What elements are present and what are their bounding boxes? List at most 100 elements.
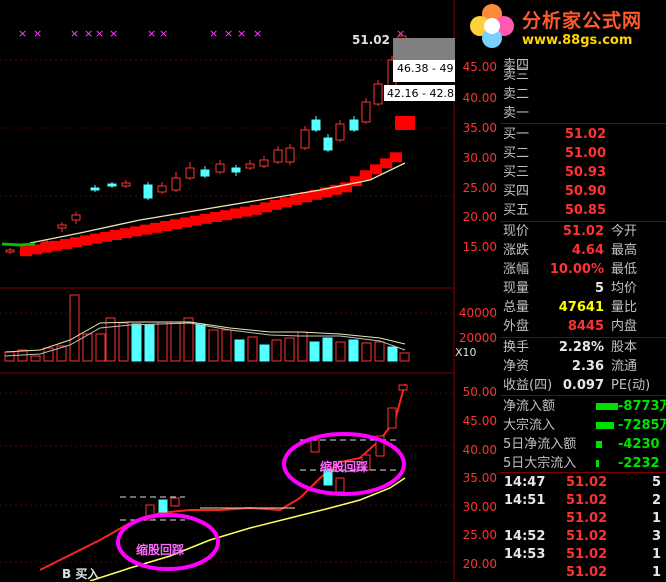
ask-label: 卖二 — [503, 87, 530, 102]
quote-label: 现量 — [503, 281, 530, 296]
trade-volume: 1 — [652, 565, 662, 580]
flower-logo-icon — [470, 4, 514, 48]
candle-body — [121, 182, 131, 187]
signal-x-marker: × — [33, 27, 42, 40]
volume-bar — [271, 339, 282, 362]
flow-value: -7285万 — [618, 418, 666, 433]
indicator-candle — [310, 439, 320, 453]
bid-label: 买一 — [503, 127, 530, 142]
trade-time: 14:51 — [504, 493, 546, 508]
quote-label2: 量比 — [611, 300, 638, 315]
quote-label2: 最低 — [611, 262, 638, 277]
candle-body — [361, 101, 371, 123]
signal-x-marker: × — [18, 27, 27, 40]
bid-label: 买三 — [503, 165, 530, 180]
trend-step — [390, 152, 402, 163]
indicator-candle — [158, 499, 168, 513]
candle-body — [171, 177, 181, 191]
trade-row: 14:53 51.02 1 — [500, 545, 666, 564]
pullback-label-2: 缩股回踩 — [320, 460, 369, 474]
candle-body — [5, 249, 15, 253]
volume-bar — [309, 341, 320, 362]
volume-bar — [183, 317, 194, 362]
trade-price: 51.02 — [566, 493, 608, 508]
fund-label2: 股本 — [611, 340, 638, 355]
volume-bar — [247, 336, 258, 362]
price-axis: 45.00 40.00 35.00 30.00 25.00 20.00 15.0… — [458, 60, 497, 571]
signal-x-marker: × — [109, 27, 118, 40]
flow-value: -2232 — [618, 456, 660, 471]
site-logo: 分析家公式网 www.88gs.com — [466, 0, 666, 54]
bid-price: 50.93 — [564, 165, 606, 180]
trade-volume: 3 — [652, 529, 662, 544]
candle-body — [349, 119, 359, 131]
volume-bar — [208, 329, 219, 362]
candle-body — [311, 119, 321, 131]
flow-label: 5日大宗流入 — [503, 456, 577, 471]
volume-bar — [221, 329, 232, 362]
fund-label: 换手 — [503, 340, 530, 355]
ma-short-line — [1, 242, 36, 247]
ask-label: 卖三 — [503, 68, 530, 83]
quote-label: 涨幅 — [503, 262, 530, 277]
trade-time: 14:53 — [504, 547, 546, 562]
flow-label: 5日净流入额 — [503, 437, 577, 452]
candle-body — [57, 224, 67, 229]
trade-row: 14:47 51.02 5 — [500, 473, 666, 492]
flow-bar — [596, 441, 602, 448]
signal-x-marker: × — [70, 27, 79, 40]
volume-bar — [335, 341, 346, 362]
volume-bar — [284, 337, 295, 362]
bid-label: 买五 — [503, 203, 530, 218]
volume-bar — [69, 294, 80, 362]
logo-url: www.88gs.com — [522, 33, 633, 48]
signal-x-marker: × — [253, 27, 262, 40]
bid-price: 51.00 — [564, 146, 606, 161]
flow-value: -8773万 — [618, 399, 666, 414]
flow-bar — [596, 422, 614, 429]
trade-row: 51.02 1 — [500, 509, 666, 528]
trade-time: 14:47 — [504, 475, 546, 490]
volume-bar — [118, 322, 129, 362]
volume-bar — [374, 341, 385, 362]
volume-bar — [234, 339, 245, 362]
trade-time: 14:52 — [504, 529, 546, 544]
trade-row: 14:52 51.02 3 — [500, 527, 666, 546]
quote-label: 总量 — [503, 300, 530, 315]
bid-price: 50.90 — [564, 184, 606, 199]
candle-body — [231, 167, 241, 173]
quote-value: 47641 — [558, 300, 604, 315]
volume-bar — [157, 321, 168, 362]
candle-body — [300, 129, 310, 149]
fund-label: 净资 — [503, 359, 530, 374]
candle-body — [285, 147, 295, 163]
quote-label2: 内盘 — [611, 319, 638, 334]
volume-bar — [43, 347, 54, 362]
candle-body — [107, 183, 117, 187]
flow-label: 大宗流入 — [503, 418, 556, 433]
logo-title: 分析家公式网 — [522, 10, 643, 32]
trade-row: 14:51 51.02 2 — [500, 491, 666, 510]
trade-price: 51.02 — [566, 511, 608, 526]
high-price-label: 51.02 — [352, 33, 390, 47]
trade-price: 51.02 — [566, 475, 608, 490]
buy-signal-label: B 买入 — [62, 567, 100, 581]
trade-row: 51.02 1 — [500, 563, 666, 582]
signal-x-marker: × — [159, 27, 168, 40]
fund-label2: PE(动) — [611, 378, 651, 393]
volume-bar — [348, 339, 359, 362]
signal-x-marker: × — [84, 27, 93, 40]
quote-value: 4.64 — [571, 243, 604, 258]
candle-body — [200, 169, 210, 177]
candle-body — [157, 185, 167, 193]
quote-label: 涨跌 — [503, 243, 530, 258]
quote-label2: 最高 — [611, 243, 638, 258]
fund-value: 0.097 — [562, 378, 604, 393]
candle-body — [215, 163, 225, 173]
trade-price: 51.02 — [566, 547, 608, 562]
volume-bar — [105, 317, 116, 362]
quote-label2: 今开 — [611, 224, 638, 239]
indicator-candle — [387, 407, 397, 429]
bid-label: 买四 — [503, 184, 530, 199]
candle-body — [245, 163, 255, 169]
